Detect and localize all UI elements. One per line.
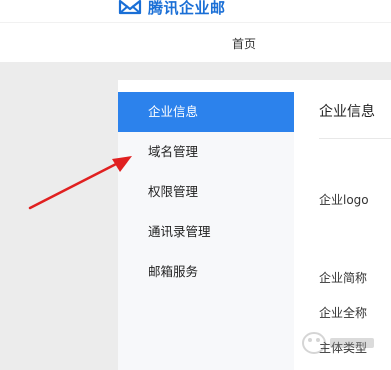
field-label-full-name: 企业全称 xyxy=(319,306,368,320)
watermark-logo xyxy=(302,332,374,354)
sidebar-item-contacts-management[interactable]: 通讯录管理 xyxy=(118,212,294,252)
nav-home-link[interactable]: 首页 xyxy=(232,35,256,52)
settings-sidebar: 企业信息 域名管理 权限管理 通讯录管理 邮箱服务 xyxy=(118,92,294,370)
top-nav: 首页 xyxy=(0,22,391,62)
sidebar-item-enterprise-info[interactable]: 企业信息 xyxy=(118,92,294,132)
page: 腾讯企业邮 首页 企业信息 域名管理 权限管理 通讯录管理 邮箱服务 企业信息 … xyxy=(0,0,391,370)
title-divider xyxy=(319,138,391,139)
sidebar-item-permission-management[interactable]: 权限管理 xyxy=(118,172,294,212)
page-title: 企业信息 xyxy=(319,104,375,120)
brand-name: 腾讯企业邮 xyxy=(148,0,226,17)
field-label-short-name: 企业简称 xyxy=(319,271,368,285)
settings-card: 企业信息 域名管理 权限管理 通讯录管理 邮箱服务 企业信息 企业logo 企业… xyxy=(118,80,391,370)
tencent-mail-logo-icon xyxy=(118,0,142,15)
sidebar-item-mailbox-service[interactable]: 邮箱服务 xyxy=(118,252,294,292)
sidebar-item-domain-management[interactable]: 域名管理 xyxy=(118,132,294,172)
brand[interactable]: 腾讯企业邮 xyxy=(118,0,226,18)
brand-bar: 腾讯企业邮 xyxy=(0,0,391,22)
field-label-logo: 企业logo xyxy=(319,193,369,207)
main-panel: 企业信息 企业logo 企业简称 企业全称 主体类型 xyxy=(294,80,391,370)
